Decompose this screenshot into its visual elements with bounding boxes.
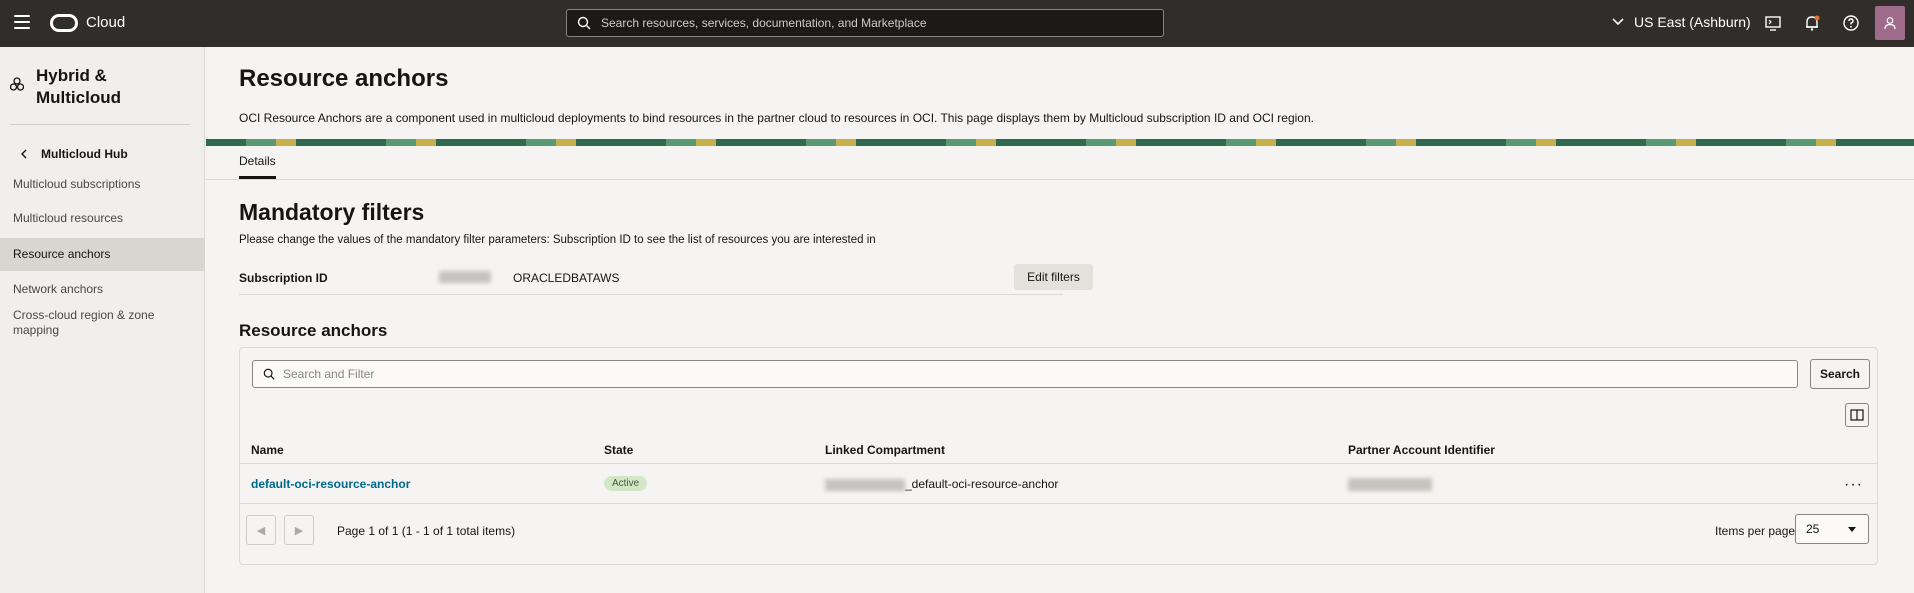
search-icon [263,368,275,380]
filter-label: Subscription ID [239,271,328,285]
redacted-value [825,478,905,491]
column-header-partner-account[interactable]: Partner Account Identifier [1348,443,1495,457]
tab-details[interactable]: Details [239,154,276,179]
notifications-bell-icon[interactable] [1803,14,1821,32]
table-title: Resource anchors [239,321,388,340]
column-toggle-button[interactable] [1845,403,1869,427]
items-per-page-label: Items per page [1715,524,1796,538]
sidebar: Hybrid & Multicloud Multicloud Hub Multi… [0,47,205,593]
sidebar-header: Hybrid & Multicloud [10,65,186,109]
multicloud-icon [10,77,24,91]
tabs-bar: Details [206,146,1914,180]
filter-value: ORACLEDBATAWS [513,271,620,285]
table-search-button[interactable]: Search [1810,359,1870,389]
mandatory-filters-title: Mandatory filters [239,199,425,225]
linked-compartment-value: _default-oci-resource-anchor [905,477,1059,491]
table-search[interactable] [252,360,1798,388]
columns-icon [1850,409,1864,421]
pagination: ◀ ▶ Page 1 of 1 (1 - 1 of 1 total items)… [240,504,1877,564]
table-row: default-oci-resource-anchor Active _defa… [240,464,1877,504]
user-icon [1884,17,1896,30]
page-description: OCI Resource Anchors are a component use… [239,111,1314,125]
main-content: Resource anchors OCI Resource Anchors ar… [206,47,1914,593]
column-header-name[interactable]: Name [251,443,284,457]
previous-page-button[interactable]: ◀ [246,515,276,545]
page-title: Resource anchors [239,65,449,92]
column-header-state[interactable]: State [604,443,633,457]
row-actions-icon[interactable]: ··· [1844,476,1863,494]
items-per-page-select[interactable]: 25 [1795,514,1869,544]
chevron-down-icon [1848,527,1856,532]
resource-anchor-name-link[interactable]: default-oci-resource-anchor [251,477,410,491]
help-icon[interactable] [1842,14,1860,32]
chevron-left-icon [21,149,27,159]
sidebar-back-link[interactable]: Multicloud Hub [20,147,128,161]
user-avatar[interactable] [1875,6,1905,40]
cloud-shell-icon[interactable] [1764,14,1782,32]
brand-label[interactable]: Cloud [86,14,125,31]
table-header: Name State Linked Compartment Partner Ac… [240,436,1877,464]
next-page-button[interactable]: ▶ [284,515,314,545]
sidebar-divider [10,124,190,125]
items-per-page-value: 25 [1806,522,1820,536]
oracle-logo[interactable] [50,14,78,32]
sidebar-item-cross-cloud-mapping[interactable]: Cross-cloud region & zone mapping [0,308,170,338]
search-icon [577,16,591,30]
column-header-linked-compartment[interactable]: Linked Compartment [825,443,945,457]
sidebar-back-label: Multicloud Hub [41,147,128,161]
redacted-value [439,271,491,283]
edit-filters-button[interactable]: Edit filters [1014,264,1093,290]
region-label: US East (Ashburn) [1634,14,1751,30]
redacted-value [1348,478,1432,492]
pagination-text: Page 1 of 1 (1 - 1 of 1 total items) [337,524,516,538]
global-search-input[interactable] [601,16,1141,30]
menu-icon[interactable] [14,15,30,31]
global-search[interactable] [566,9,1164,37]
sidebar-title: Hybrid & Multicloud [36,66,121,107]
sidebar-item-network-anchors[interactable]: Network anchors [0,282,205,296]
resource-anchors-table: Search Name State Linked Compartment Par… [239,347,1878,565]
region-selector[interactable]: US East (Ashburn) [1612,14,1751,30]
sidebar-item-multicloud-resources[interactable]: Multicloud resources [0,211,205,225]
decorative-banner [206,139,1914,146]
status-badge: Active [604,476,648,491]
mandatory-filters-subtitle: Please change the values of the mandator… [239,234,876,246]
top-bar: Cloud US East (Ashburn) [0,0,1914,47]
sidebar-item-multicloud-subscriptions[interactable]: Multicloud subscriptions [0,177,205,191]
chevron-down-icon [1612,18,1624,26]
sidebar-item-resource-anchors[interactable]: Resource anchors [0,238,205,271]
table-search-input[interactable] [283,367,1783,381]
filter-row: Subscription ID ORACLEDBATAWS Edit filte… [239,261,1093,295]
